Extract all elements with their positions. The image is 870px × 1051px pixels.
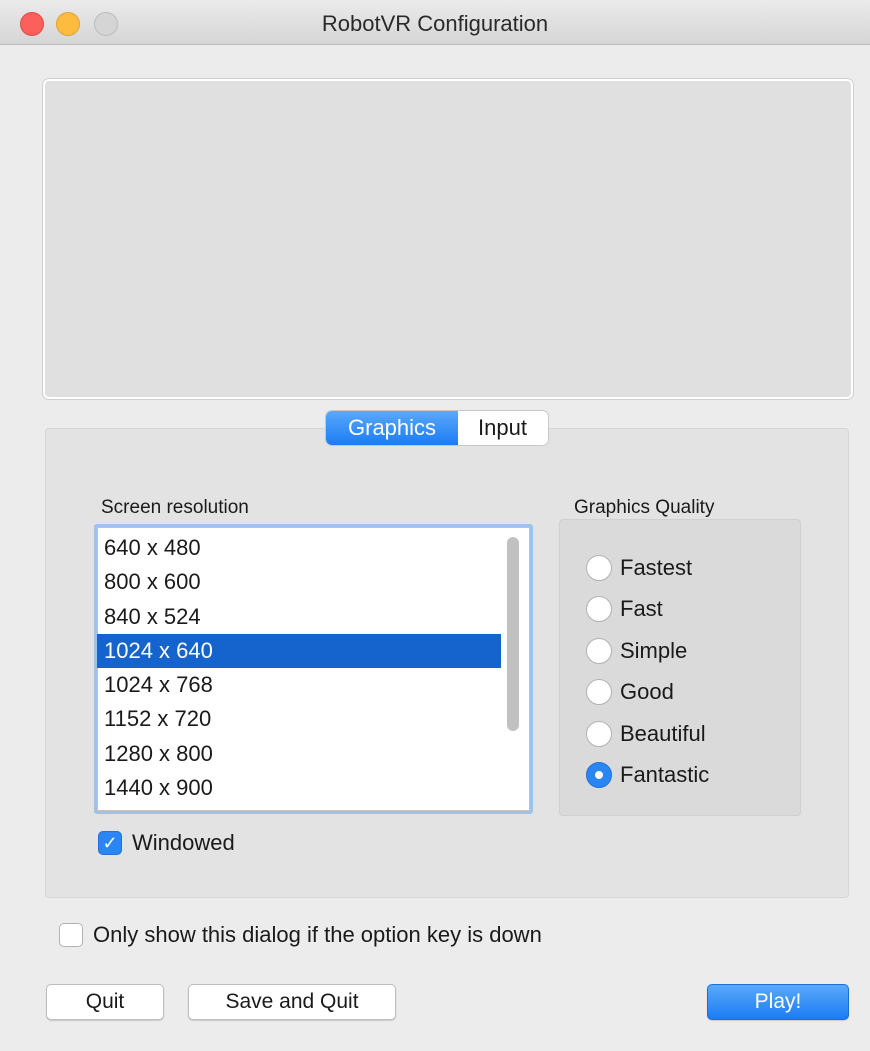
windowed-checkbox-row[interactable]: ✓ Windowed — [98, 830, 235, 856]
save-and-quit-button[interactable]: Save and Quit — [188, 984, 396, 1020]
quality-option-fast[interactable]: Fast — [586, 596, 663, 622]
quality-option-label: Simple — [620, 638, 688, 663]
checkmark-icon[interactable]: ✓ — [98, 831, 122, 855]
quality-option-fantastic[interactable]: Fantastic — [586, 762, 709, 788]
list-item[interactable]: 1024 x 768 — [97, 668, 501, 702]
quality-option-label: Fastest — [620, 555, 693, 580]
quality-option-label: Fast — [620, 596, 663, 621]
radio-button[interactable] — [586, 679, 612, 705]
list-item[interactable]: 640 x 480 — [97, 531, 501, 565]
play-button[interactable]: Play! — [707, 984, 849, 1020]
list-item[interactable]: 1152 x 720 — [97, 702, 501, 736]
resolution-list[interactable]: 640 x 480 800 x 600 840 x 524 1024 x 640… — [94, 524, 533, 814]
quality-option-label: Good — [620, 679, 674, 704]
quit-button[interactable]: Quit — [46, 984, 164, 1020]
quality-option-label: Fantastic — [620, 762, 710, 787]
tab-input[interactable]: Input — [458, 411, 548, 445]
windowed-label: Windowed — [132, 830, 235, 855]
quality-option-fastest[interactable]: Fastest — [586, 555, 692, 581]
quality-option-label: Beautiful — [620, 721, 706, 746]
list-item-selected[interactable]: 1024 x 640 — [97, 633, 501, 669]
tab-graphics[interactable]: Graphics — [326, 411, 459, 445]
list-item[interactable]: 840 x 524 — [97, 600, 501, 634]
quality-option-simple[interactable]: Simple — [586, 638, 687, 664]
graphics-quality-group: Fastest Fast Simple Good Beautiful Fanta… — [559, 519, 801, 816]
list-scrollbar[interactable] — [507, 537, 519, 731]
radio-button[interactable] — [586, 555, 612, 581]
tab-bar: Graphics Input — [326, 411, 548, 445]
quality-option-good[interactable]: Good — [586, 679, 674, 705]
option-key-checkbox-row[interactable]: Only show this dialog if the option key … — [59, 922, 542, 948]
radio-button[interactable] — [586, 596, 612, 622]
graphics-quality-label: Graphics Quality — [574, 497, 715, 518]
config-window: RobotVR Configuration Graphics Input Scr… — [0, 0, 870, 1051]
screen-resolution-label: Screen resolution — [101, 497, 249, 518]
radio-button[interactable] — [586, 638, 612, 664]
list-item[interactable]: 1280 x 800 — [97, 737, 501, 771]
quality-option-beautiful[interactable]: Beautiful — [586, 721, 706, 747]
option-key-label: Only show this dialog if the option key … — [93, 922, 542, 947]
title-bar[interactable]: RobotVR Configuration — [0, 0, 870, 45]
list-item[interactable]: 1440 x 900 — [97, 771, 501, 805]
banner-image-area — [43, 79, 853, 399]
window-title: RobotVR Configuration — [321, 11, 549, 36]
radio-button[interactable] — [586, 721, 612, 747]
list-item[interactable]: 800 x 600 — [97, 565, 501, 599]
option-key-checkbox[interactable] — [59, 923, 83, 947]
radio-button-selected[interactable] — [586, 762, 612, 788]
